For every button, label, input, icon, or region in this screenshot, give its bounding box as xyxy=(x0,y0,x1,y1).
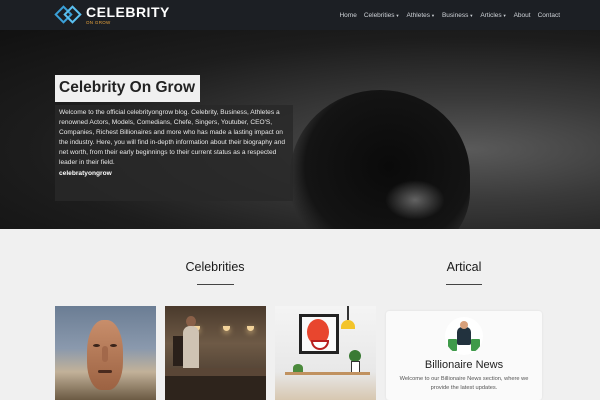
logo-sub-text: ON GROW xyxy=(86,19,111,25)
office-desk xyxy=(165,368,266,376)
nav-link-label: Business xyxy=(441,11,469,19)
hero-description: Welcome to the official celebrityongrow … xyxy=(59,109,286,167)
mask-eye xyxy=(93,344,100,347)
nav-link-celebrities[interactable]: Celebrities ▼ xyxy=(364,12,400,19)
article-title: Billionaire News xyxy=(424,359,504,371)
avatar-face xyxy=(460,321,468,329)
articles-heading: Artical xyxy=(446,260,482,274)
logo-diamond-icon xyxy=(54,5,83,25)
money-stack-icon xyxy=(448,339,457,351)
celebrity-card-3[interactable] xyxy=(275,306,376,400)
nav-link-business[interactable]: Business ▼ xyxy=(442,12,473,19)
celebrity-card-2[interactable] xyxy=(165,306,266,400)
celebrities-heading: Celebrities xyxy=(185,260,245,274)
nav-link-label: Athletes xyxy=(406,11,431,19)
mask-mouth xyxy=(98,370,112,373)
nav-link-label: Contact xyxy=(537,11,560,19)
logo-text: CELEBRITY ON GROW xyxy=(86,5,170,26)
pendant-lamp xyxy=(223,326,230,331)
articles-heading-underline xyxy=(446,284,482,285)
hero-light-glow xyxy=(385,180,445,220)
money-stack-icon xyxy=(471,339,480,351)
yellow-lamp xyxy=(341,320,355,329)
mask-nose xyxy=(102,346,108,362)
nav-link-label: Articles xyxy=(480,11,502,19)
pendant-lamp xyxy=(247,326,254,331)
side-table xyxy=(285,372,370,375)
hero-banner: Celebrity On Grow Welcome to the officia… xyxy=(0,30,600,229)
hero-tagline: celebratyongrow xyxy=(59,169,112,177)
celebrities-heading-underline xyxy=(197,284,234,285)
office-people-image xyxy=(183,326,199,370)
nav-link-contact[interactable]: Contact xyxy=(538,12,560,19)
hero-title: Celebrity On Grow xyxy=(55,75,201,102)
caret-down-icon: ▼ xyxy=(502,12,507,18)
billionaire-avatar xyxy=(445,317,483,355)
content-section: Celebrities Artical Billionaire News Wel… xyxy=(0,229,600,400)
caret-down-icon: ▼ xyxy=(469,12,474,18)
caret-down-icon: ▼ xyxy=(431,12,435,18)
hero-text-box: Welcome to the official celebrityongrow … xyxy=(55,105,293,201)
site-logo[interactable]: CELEBRITY ON GROW xyxy=(54,5,170,26)
article-description: Welcome to our Billionaire News section,… xyxy=(399,376,529,391)
office-floor xyxy=(165,376,266,400)
nav-link-label: About xyxy=(513,11,531,19)
nav-link-label: Home xyxy=(339,11,357,19)
nav-link-about[interactable]: About xyxy=(514,12,531,19)
nav-link-athletes[interactable]: Athletes ▼ xyxy=(407,12,435,19)
avatar-body xyxy=(457,327,471,345)
small-plant xyxy=(293,364,303,372)
nav-link-home[interactable]: Home xyxy=(339,12,356,19)
caret-down-icon: ▼ xyxy=(395,12,400,18)
nav-link-articles[interactable]: Articles ▼ xyxy=(480,12,506,19)
mask-eye xyxy=(110,344,117,347)
top-navbar: CELEBRITY ON GROW Home Celebrities ▼ Athl… xyxy=(0,0,600,30)
article-card[interactable]: Billionaire News Welcome to our Billiona… xyxy=(386,311,542,400)
lamp-cord xyxy=(347,306,349,320)
nav-menu: Home Celebrities ▼ Athletes ▼ Business ▼ Ar… xyxy=(339,12,560,19)
nav-link-label: Celebrities xyxy=(363,11,395,19)
logo-main-text: CELEBRITY xyxy=(86,3,170,20)
celebrity-card-1[interactable] xyxy=(55,306,156,400)
